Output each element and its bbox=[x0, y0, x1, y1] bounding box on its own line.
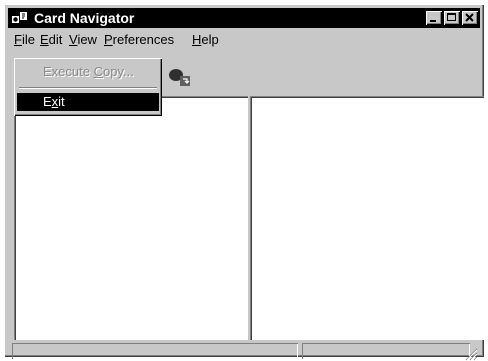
maximize-button[interactable] bbox=[444, 11, 460, 25]
resize-grip-icon[interactable] bbox=[464, 347, 478, 361]
menu-view[interactable]: View bbox=[69, 32, 97, 48]
status-panel-1 bbox=[12, 343, 298, 359]
menu-edit[interactable]: Edit bbox=[40, 32, 62, 48]
close-button[interactable] bbox=[462, 11, 478, 25]
menu-item-execute-copy: Execute Copy... bbox=[43, 64, 134, 79]
status-panel-2 bbox=[302, 343, 470, 359]
title-bar[interactable]: Card Navigator bbox=[8, 8, 480, 28]
menu-preferences[interactable]: Preferences bbox=[104, 32, 174, 48]
status-bar bbox=[12, 343, 478, 361]
menu-file[interactable]: File bbox=[14, 32, 35, 48]
window-title: Card Navigator bbox=[34, 10, 135, 26]
minimize-icon bbox=[430, 20, 436, 22]
file-menu-dropdown: Execute Copy... Exit bbox=[14, 58, 162, 116]
maximize-icon bbox=[447, 13, 456, 21]
app-window: Card Navigator File Edit View Preference… bbox=[4, 4, 484, 361]
card-navigator-app-icon bbox=[12, 12, 27, 23]
left-pane[interactable] bbox=[14, 96, 248, 340]
menu-bar: File Edit View Preferences Help bbox=[8, 30, 480, 50]
menu-item-exit[interactable]: Exit bbox=[17, 93, 159, 111]
minimize-button[interactable] bbox=[426, 11, 442, 25]
menu-help[interactable]: Help bbox=[192, 32, 219, 48]
right-pane[interactable] bbox=[250, 96, 484, 340]
copy-card-icon[interactable] bbox=[166, 65, 194, 91]
close-icon bbox=[465, 13, 474, 22]
menu-separator bbox=[19, 87, 157, 89]
